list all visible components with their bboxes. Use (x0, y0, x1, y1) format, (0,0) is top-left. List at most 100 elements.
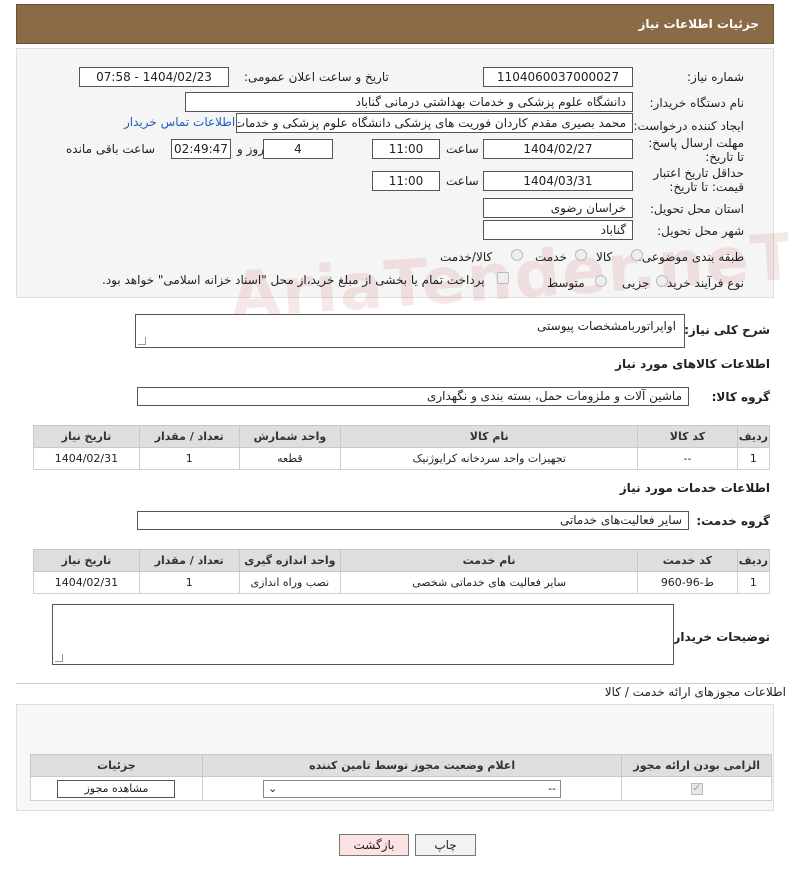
cell-date: 1404/02/31 (33, 447, 140, 470)
buyer-org-label: نام دستگاه خریدار: (649, 96, 745, 110)
general-desc-label: شرح کلی نیاز: (684, 323, 770, 337)
remaining-time-field[interactable]: 02:49:47 (171, 139, 231, 159)
process-minor-radio[interactable] (656, 275, 668, 287)
price-validity-time-field[interactable]: 11:00 (372, 171, 440, 191)
need-number-field[interactable]: 1104060037000027 (483, 67, 633, 87)
deadline-time-label: ساعت (446, 142, 479, 156)
process-label: نوع فرآیند خرید : (659, 276, 744, 290)
back-button[interactable]: بازگشت (339, 834, 409, 856)
page-header: جزئیات اطلاعات نیاز (16, 4, 774, 44)
services-table: ردیف کد خدمت نام خدمت واحد اندازه گیری ت… (33, 549, 771, 594)
cell-code: ط-96-960 (637, 571, 738, 594)
buyer-notes-field[interactable] (52, 604, 674, 665)
cell-name: سایر فعالیت های خدماتی شخصی (340, 571, 638, 594)
permits-title: اطلاعات مجوزهای ارائه خدمت / کالا (604, 685, 786, 699)
col-details: جزئیات (30, 754, 203, 777)
table-row: ✓ ⌄ -- مشاهده مجوز (30, 776, 772, 801)
permits-table-header: الزامی بودن ارائه مجوز اعلام وضعیت مجوز … (30, 754, 772, 777)
col-row: ردیف (736, 549, 771, 572)
announce-label: تاریخ و ساعت اعلان عمومی: (244, 70, 389, 84)
province-field[interactable]: خراسان رضوی (483, 198, 633, 218)
permits-table: الزامی بودن ارائه مجوز اعلام وضعیت مجوز … (30, 754, 772, 801)
cell-qty: 1 (138, 571, 240, 594)
col-date: تاریخ نیاز (33, 425, 140, 448)
treasury-payment-note: پرداخت تمام یا بخشی از مبلغ خرید،از محل … (102, 273, 485, 287)
col-code: کد خدمت (637, 549, 738, 572)
category-goods-label: کالا (596, 250, 613, 264)
buyer-contact-link[interactable]: اطلاعات تماس خریدار (124, 115, 235, 129)
process-medium-label: متوسط (547, 276, 585, 290)
cell-row: 1 (736, 571, 771, 594)
services-group-field[interactable]: سایر فعالیت‌های خدماتی (137, 511, 689, 530)
buyer-notes-label: توضیحات خریدار: (668, 630, 770, 644)
cell-row: 1 (736, 447, 771, 470)
price-validity-time-label: ساعت (446, 174, 479, 188)
deadline-date-field[interactable]: 1404/02/27 (483, 139, 633, 159)
category-both-label: کالا/خدمت (440, 250, 493, 264)
price-validity-date-field[interactable]: 1404/03/31 (483, 171, 633, 191)
goods-table-header: ردیف کد کالا نام کالا واحد شمارش تعداد /… (33, 425, 771, 448)
cell-date: 1404/02/31 (33, 571, 140, 594)
treasury-payment-checkbox[interactable] (497, 272, 509, 284)
services-table-header: ردیف کد خدمت نام خدمت واحد اندازه گیری ت… (33, 549, 771, 572)
goods-table: ردیف کد کالا نام کالا واحد شمارش تعداد /… (33, 425, 771, 470)
price-validity-label: حداقل تاریخ اعتبار قیمت: تا تاریخ: (653, 166, 744, 194)
province-label: استان محل تحویل: (649, 202, 744, 216)
col-required: الزامی بودن ارائه مجوز (621, 754, 772, 777)
goods-group-label: گروه کالا: (711, 390, 770, 404)
cell-status: ⌄ -- (201, 776, 623, 801)
need-number-label: شماره نیاز: (687, 70, 744, 84)
city-field[interactable]: گناباد (483, 220, 633, 240)
cell-qty: 1 (138, 447, 240, 470)
resize-handle[interactable] (55, 654, 63, 662)
category-both-radio[interactable] (511, 249, 523, 261)
general-desc-field[interactable]: اواپراتوربامشخصات پیوستی (135, 314, 685, 348)
announce-field[interactable]: 1404/02/23 - 07:58 (79, 67, 229, 87)
cell-unit: نصب وراه اندازی (238, 571, 342, 594)
city-label: شهر محل تحویل: (657, 224, 744, 238)
col-qty: تعداد / مقدار (138, 549, 240, 572)
col-unit: واحد شمارش (238, 425, 342, 448)
cell-details: مشاهده مجوز (30, 776, 203, 801)
col-name: نام خدمت (340, 549, 638, 572)
col-code: کد کالا (637, 425, 738, 448)
divider (16, 683, 774, 684)
category-label: طبقه بندی موضوعی: (637, 250, 744, 264)
services-group-label: گروه خدمت: (696, 514, 770, 528)
table-row: 1 ط-96-960 سایر فعالیت های خدماتی شخصی ن… (33, 571, 771, 594)
process-medium-radio[interactable] (595, 275, 607, 287)
col-status: اعلام وضعیت مجوز توسط تامین کننده (201, 754, 623, 777)
view-permit-button[interactable]: مشاهده مجوز (57, 779, 176, 798)
services-section-title: اطلاعات خدمات مورد نیاز (619, 481, 770, 495)
requester-field[interactable]: محمد بصیری مقدم کاردان فوریت های پزشکی د… (236, 113, 633, 133)
col-row: ردیف (736, 425, 771, 448)
deadline-time-field[interactable]: 11:00 (372, 139, 440, 159)
goods-group-field[interactable]: ماشین آلات و ملزومات حمل، بسته بندی و نگ… (137, 387, 689, 406)
chevron-down-icon: ⌄ (268, 782, 278, 795)
process-minor-label: جزیی (622, 276, 650, 290)
category-service-label: خدمت (535, 250, 567, 264)
col-date: تاریخ نیاز (33, 549, 140, 572)
cell-unit: قطعه (238, 447, 342, 470)
col-name: نام کالا (340, 425, 639, 448)
cell-name: تجهیزات واحد سردخانه کرایوژنیک (340, 447, 639, 470)
goods-section-title: اطلاعات کالاهای مورد نیاز (615, 357, 770, 371)
resize-handle[interactable] (138, 337, 146, 345)
col-unit: واحد اندازه گیری (238, 549, 342, 572)
table-row: 1 -- تجهیزات واحد سردخانه کرایوژنیک قطعه… (33, 447, 771, 470)
cell-required: ✓ (621, 776, 772, 801)
permit-status-value: -- (548, 782, 557, 795)
category-service-radio[interactable] (575, 249, 587, 261)
col-qty: تعداد / مقدار (138, 425, 240, 448)
required-checkbox[interactable]: ✓ (690, 783, 703, 795)
deadline-days-label: روز و (237, 142, 264, 156)
category-goods-radio[interactable] (631, 249, 643, 261)
deadline-label: مهلت ارسال پاسخ: تا تاریخ: (648, 136, 744, 164)
remaining-label: ساعت باقی مانده (66, 142, 156, 156)
permit-status-select[interactable]: ⌄ -- (263, 779, 562, 798)
buyer-org-field[interactable]: دانشگاه علوم پزشکی و خدمات بهداشتی درمان… (185, 92, 633, 112)
requester-label: ایجاد کننده درخواست: (633, 119, 744, 133)
deadline-days-field[interactable]: 4 (263, 139, 333, 159)
print-button[interactable]: چاپ (415, 834, 476, 856)
general-desc-text: اواپراتوربامشخصات پیوستی (537, 319, 676, 333)
